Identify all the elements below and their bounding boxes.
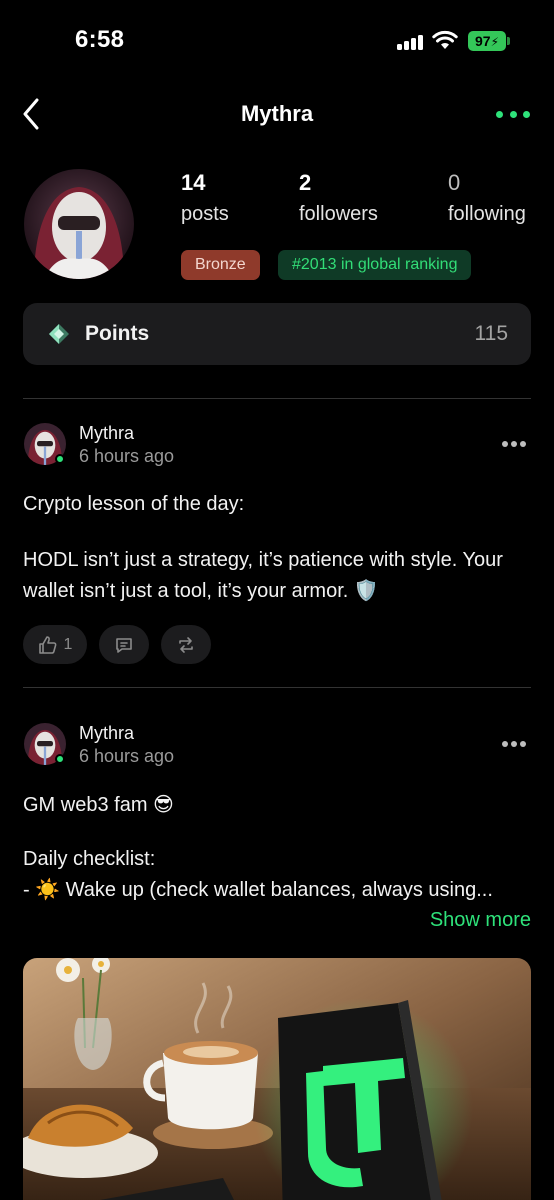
post-avatar[interactable]: [24, 723, 66, 765]
battery-nub: [507, 37, 510, 45]
points-card[interactable]: Points 115: [23, 303, 531, 365]
avatar[interactable]: [24, 169, 134, 279]
like-icon: [38, 635, 57, 654]
posts-count: 14: [181, 170, 206, 195]
following-count: 0: [448, 170, 461, 195]
post-time: 6 hours ago: [79, 446, 175, 466]
signal-icon: [397, 34, 425, 50]
post-image[interactable]: [23, 958, 531, 1200]
avatar-image: [24, 169, 134, 279]
following-label: following: [448, 203, 526, 225]
repost-icon: [179, 636, 193, 653]
like-count: 1: [63, 635, 73, 653]
tier-badge: Bronze: [181, 250, 260, 280]
post-photo: [23, 958, 531, 1200]
followers-label: followers: [299, 203, 378, 225]
post-author[interactable]: Mythra: [79, 723, 134, 744]
post-more-icon[interactable]: [502, 740, 526, 748]
online-indicator: [55, 454, 65, 464]
post-text-line: Crypto lesson of the day:: [23, 493, 245, 515]
post-author[interactable]: Mythra: [79, 423, 134, 444]
online-indicator: [55, 754, 65, 764]
comment-button[interactable]: [99, 625, 149, 664]
points-value: 115: [474, 322, 508, 345]
post-text-line: wallet isn’t just a tool, it’s your armo…: [23, 580, 379, 602]
status-bar: 6:58 97⚡: [0, 0, 554, 80]
stat-following[interactable]: 0 following: [448, 170, 526, 226]
status-time: 6:58: [75, 26, 125, 53]
posts-label: posts: [181, 203, 229, 225]
post-text-line: HODL isn’t just a strategy, it’s patienc…: [23, 549, 503, 571]
stat-followers[interactable]: 2 followers: [299, 170, 378, 226]
more-icon[interactable]: [496, 104, 530, 124]
divider: [23, 687, 531, 688]
post-more-icon[interactable]: [502, 440, 526, 448]
battery-level: 97: [474, 33, 491, 49]
post-avatar[interactable]: [24, 423, 66, 465]
stat-posts[interactable]: 14 posts: [181, 170, 229, 226]
points-gem-icon: [49, 324, 69, 344]
page-title: Mythra: [240, 101, 314, 126]
ranking-badge[interactable]: #2013 in global ranking: [278, 250, 472, 280]
show-more-link[interactable]: Show more: [430, 909, 531, 932]
repost-button[interactable]: [161, 625, 211, 664]
post-text-line: GM web3 fam 😎: [23, 794, 174, 816]
battery-indicator: 97⚡: [468, 31, 506, 51]
post-text-line: - ☀️ Wake up (check wallet balances, alw…: [23, 879, 493, 901]
post-text-line: Daily checklist:: [23, 848, 156, 870]
points-label: Points: [85, 322, 150, 345]
like-button[interactable]: 1: [23, 625, 87, 664]
post-time: 6 hours ago: [79, 746, 175, 766]
wifi-icon: [432, 30, 458, 49]
comment-icon: [116, 637, 132, 653]
profile-screen: 6:58 97⚡ Mythra 14 posts 2 followers 0 f…: [0, 0, 554, 1200]
divider: [23, 398, 531, 399]
followers-count: 2: [299, 170, 312, 195]
